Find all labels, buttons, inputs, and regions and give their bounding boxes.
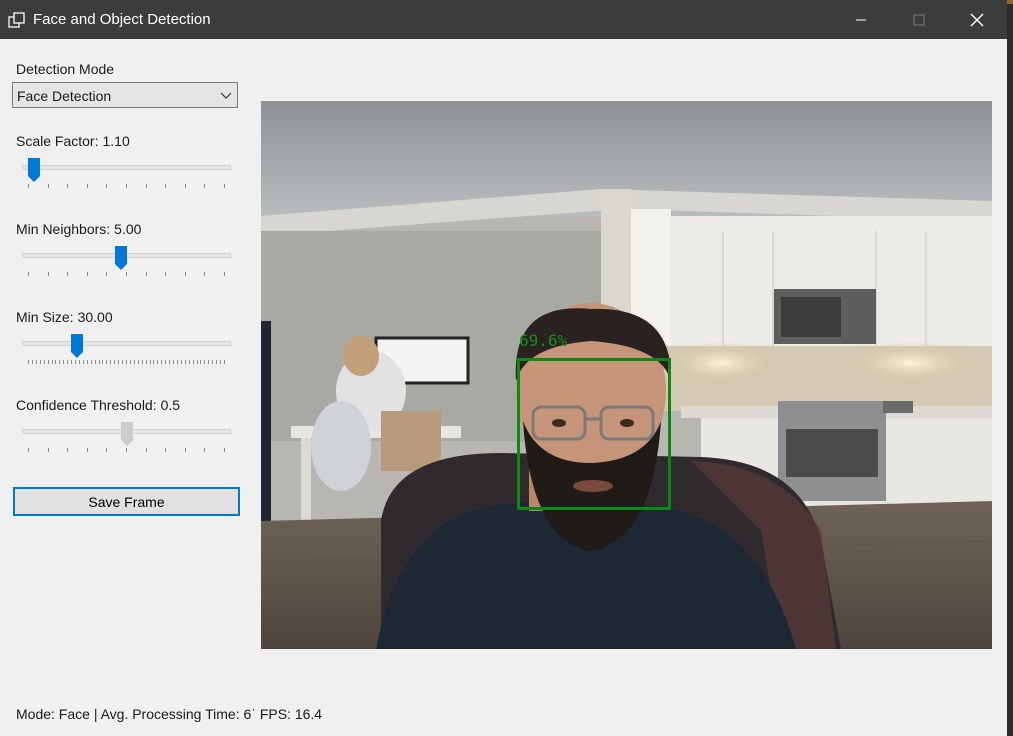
slider-track: [22, 165, 231, 170]
scale-factor-slider[interactable]: [22, 158, 231, 192]
confidence-threshold-value: 0.5: [160, 397, 181, 413]
title-bar: Face and Object Detection: [0, 0, 1007, 39]
confidence-threshold-caption: Confidence Threshold:: [16, 397, 157, 413]
min-neighbors-slider[interactable]: [22, 246, 231, 280]
slider-ticks: [28, 448, 225, 452]
detection-confidence-label: 69.6%: [519, 331, 568, 350]
app-windows-icon: [8, 12, 25, 28]
detection-box: [517, 358, 671, 510]
close-button[interactable]: [948, 0, 1006, 39]
min-size-label: Min Size: 30.00: [16, 309, 113, 325]
close-icon: [970, 13, 984, 26]
slider-ticks: [28, 360, 225, 364]
min-neighbors-value: 5.00: [114, 221, 142, 237]
detection-mode-value: Face Detection: [17, 88, 112, 104]
window-title: Face and Object Detection: [33, 11, 211, 28]
min-neighbors-label: Min Neighbors: 5.00: [16, 221, 141, 237]
maximize-button[interactable]: [890, 0, 948, 39]
slider-ticks: [28, 184, 225, 188]
min-size-slider[interactable]: [22, 334, 231, 368]
slider-thumb[interactable]: [120, 422, 133, 446]
slider-ticks: [28, 272, 225, 276]
window-edge: [1007, 0, 1013, 736]
minimize-button[interactable]: [832, 0, 890, 39]
status-bar-text: Mode: Face | Avg. Processing Time: 6ˈ FP…: [16, 706, 323, 722]
confidence-threshold-slider[interactable]: [22, 422, 231, 456]
slider-thumb[interactable]: [114, 246, 127, 270]
detection-mode-dropdown[interactable]: Face Detection: [12, 82, 238, 108]
chevron-down-icon: [220, 92, 232, 99]
minimize-icon: [856, 19, 866, 20]
scale-factor-value: 1.10: [102, 133, 130, 149]
confidence-threshold-label: Confidence Threshold: 0.5: [16, 397, 180, 413]
scale-factor-label: Scale Factor: 1.10: [16, 133, 130, 149]
maximize-icon: [913, 14, 925, 25]
camera-feed: 69.6%: [261, 101, 992, 649]
slider-thumb[interactable]: [27, 158, 40, 182]
scale-factor-caption: Scale Factor:: [16, 133, 99, 149]
slider-thumb[interactable]: [71, 334, 84, 358]
min-size-caption: Min Size:: [16, 309, 74, 325]
min-size-value: 30.00: [77, 309, 113, 325]
save-frame-button[interactable]: Save Frame: [13, 487, 240, 516]
slider-track: [22, 341, 231, 346]
min-neighbors-caption: Min Neighbors:: [16, 221, 111, 237]
detection-mode-label: Detection Mode: [16, 61, 115, 77]
